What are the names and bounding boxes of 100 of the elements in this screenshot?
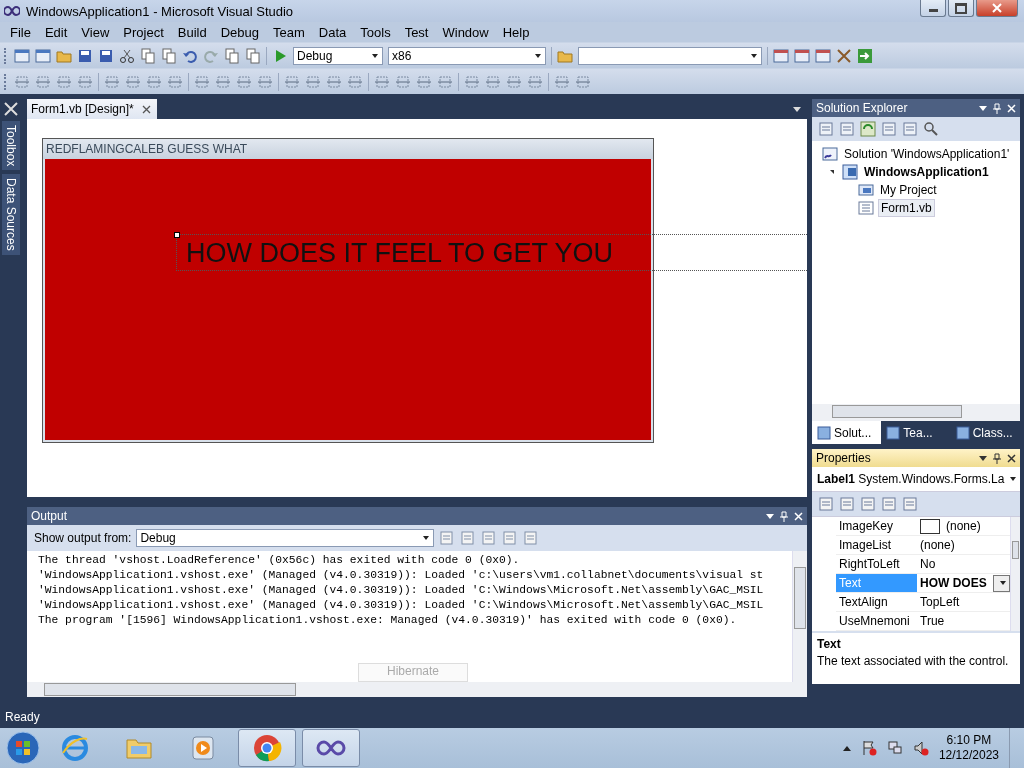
menu-item[interactable]: Team (266, 24, 312, 40)
window-icon[interactable] (14, 47, 30, 64)
pages-icon[interactable] (460, 530, 477, 546)
pages-icon[interactable] (502, 530, 519, 546)
vertical-scrollbar[interactable] (792, 551, 807, 682)
property-value[interactable]: No (920, 557, 936, 571)
layout-icon[interactable] (236, 73, 252, 90)
layout-icon[interactable] (527, 73, 543, 90)
layout-icon[interactable] (56, 73, 72, 90)
flag-icon[interactable] (860, 740, 877, 756)
menu-item[interactable]: Window (435, 24, 496, 40)
close-icon[interactable] (1007, 453, 1016, 463)
property-value[interactable]: (none) (920, 538, 955, 552)
caret-icon[interactable] (842, 745, 851, 751)
menu-item[interactable]: Debug (213, 24, 266, 40)
layout-icon[interactable] (485, 73, 501, 90)
clock-time[interactable]: 6:10 PM (946, 733, 992, 748)
menu-item[interactable]: Build (170, 24, 214, 40)
panel-tab[interactable]: Class... (950, 421, 1020, 444)
menu-item[interactable]: Help (495, 24, 537, 40)
close-button[interactable] (976, 0, 1018, 17)
vertical-scrollbar[interactable] (1009, 517, 1020, 631)
expander-icon[interactable] (830, 170, 834, 174)
pages-icon[interactable] (481, 530, 498, 546)
layout-icon[interactable] (326, 73, 342, 90)
property-name[interactable]: TextAlign (836, 593, 917, 611)
list-icon[interactable] (881, 496, 897, 512)
platform-dropdown[interactable]: x86 (388, 46, 546, 65)
restore-button[interactable] (948, 0, 974, 17)
layout-icon[interactable] (14, 73, 30, 90)
panel-tab[interactable]: Tea... (881, 421, 951, 444)
horizontal-scrollbar[interactable] (27, 682, 807, 697)
layout-icon[interactable] (77, 73, 93, 90)
layout-icon[interactable] (146, 73, 162, 90)
property-name[interactable]: ImageKey (836, 517, 917, 535)
layout-icon[interactable] (167, 73, 183, 90)
property-name[interactable]: UseMnemoni (836, 612, 917, 630)
property-value[interactable]: TopLeft (920, 595, 960, 609)
layout-icon[interactable] (416, 73, 432, 90)
tree-item[interactable]: Form1.vb (878, 199, 935, 217)
layout-icon[interactable] (257, 73, 273, 90)
taskbar-button[interactable] (238, 729, 296, 767)
output-source-dropdown[interactable]: Debug (136, 529, 435, 547)
window-icon[interactable] (818, 121, 834, 137)
close-icon[interactable] (141, 104, 151, 114)
window-icon[interactable] (794, 47, 810, 64)
property-value[interactable]: True (920, 614, 945, 628)
caret-icon[interactable] (766, 513, 774, 519)
tree-item[interactable]: Solution 'WindowsApplication1' (842, 146, 1012, 162)
layout-icon[interactable] (506, 73, 522, 90)
layout-icon[interactable] (347, 73, 363, 90)
window-icon[interactable] (881, 121, 897, 137)
layout-icon[interactable] (395, 73, 411, 90)
layout-icon[interactable] (464, 73, 480, 90)
pages-icon[interactable] (224, 47, 240, 64)
layout-icon[interactable] (35, 73, 51, 90)
window-icon[interactable] (902, 121, 918, 137)
dropdown-button[interactable] (992, 574, 1010, 592)
document-tab[interactable]: Form1.vb [Design]* (27, 99, 157, 119)
caret-icon[interactable] (979, 455, 987, 461)
menu-item[interactable]: Tools (353, 24, 398, 40)
tree-item[interactable]: My Project (878, 182, 939, 198)
tree-item[interactable]: WindowsApplication1 (862, 164, 991, 180)
layout-icon[interactable] (305, 73, 321, 90)
pages-icon[interactable] (161, 47, 177, 64)
property-value[interactable]: HOW DOES (920, 576, 987, 590)
list-icon[interactable] (860, 496, 876, 512)
pages-icon[interactable] (439, 530, 456, 546)
window-icon[interactable] (815, 47, 831, 64)
network-icon[interactable] (886, 740, 903, 756)
tools-icon[interactable] (836, 47, 852, 64)
property-value[interactable]: (none) (946, 519, 981, 533)
layout-icon[interactable] (104, 73, 120, 90)
layout-icon[interactable] (437, 73, 453, 90)
taskbar-button[interactable] (302, 729, 360, 767)
clock-date[interactable]: 12/12/2023 (938, 748, 999, 763)
pages-icon[interactable] (140, 47, 156, 64)
menu-item[interactable]: File (3, 24, 38, 40)
window-icon[interactable] (35, 47, 51, 64)
exit-icon[interactable] (857, 47, 873, 64)
scissors-icon[interactable] (119, 47, 135, 64)
refresh-icon[interactable] (860, 121, 876, 137)
layout-icon[interactable] (554, 73, 570, 90)
layout-icon[interactable] (215, 73, 231, 90)
pin-icon[interactable] (993, 452, 1001, 464)
pages-icon[interactable] (839, 121, 855, 137)
side-tab[interactable]: Data Sources (2, 174, 20, 256)
side-tab[interactable]: Toolbox (2, 121, 20, 171)
menu-item[interactable]: Edit (37, 24, 75, 40)
configuration-dropdown[interactable]: Debug (293, 46, 383, 65)
minimize-button[interactable] (920, 0, 946, 17)
find-dropdown[interactable] (578, 46, 762, 65)
caret-icon[interactable] (979, 105, 987, 111)
layout-icon[interactable] (284, 73, 300, 90)
list-icon[interactable] (818, 496, 834, 512)
layout-icon[interactable] (374, 73, 390, 90)
property-name[interactable]: ImageList (836, 536, 917, 554)
window-icon[interactable] (773, 47, 789, 64)
menu-item[interactable]: Data (311, 24, 354, 40)
menu-item[interactable]: Project (116, 24, 171, 40)
